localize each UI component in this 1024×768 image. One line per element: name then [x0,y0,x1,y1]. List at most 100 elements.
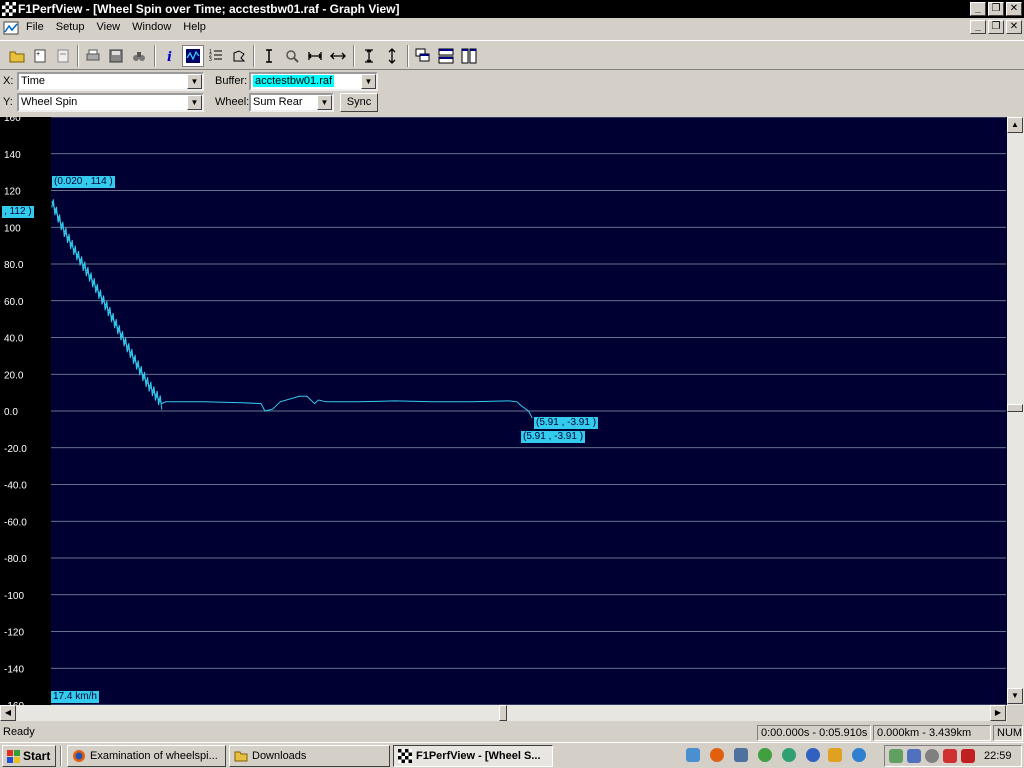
child-restore-button[interactable]: ❐ [988,20,1004,34]
task-f1perfview[interactable]: F1PerfView - [Wheel S... [393,745,553,767]
y-tick-label: -60.0 [4,517,27,528]
y-tick-label: -20.0 [4,444,27,455]
tile-vertical-icon[interactable] [458,45,480,67]
y-tick-label: 120 [4,187,21,198]
y-tick-label: 80.0 [4,260,24,271]
buffer-select[interactable]: acctestbw01.raf ▼ [249,72,378,91]
wheel-label: Wheel: [215,96,250,108]
restore-button[interactable]: ❐ [988,2,1004,16]
vertical-scrollbar[interactable]: ▲ ▼ [1007,117,1024,705]
graph-view-icon[interactable] [182,45,204,67]
end-value-label-2: (5.91 , -3.91 ) [521,431,586,443]
media-player-icon[interactable] [806,748,820,762]
print-icon[interactable] [82,45,104,67]
speed-label: 17.4 km/h [51,691,99,703]
menu-setup[interactable]: Setup [50,18,91,36]
clock: 22:59 [984,750,1012,762]
zoom-icon[interactable] [281,45,303,67]
ie-icon[interactable] [686,748,700,762]
horizontal-scroll-thumb[interactable] [499,705,507,721]
network-icon[interactable] [782,748,796,762]
x-axis-label: X: [3,75,14,87]
y-tick-label: 160 [4,117,21,124]
info-icon[interactable]: i [159,45,181,67]
menu-window[interactable]: Window [126,18,177,36]
zoom-y-expand-icon[interactable] [381,45,403,67]
menu-view[interactable]: View [90,18,126,36]
vertical-scroll-thumb[interactable] [1007,404,1023,412]
document-graph-icon[interactable] [3,21,19,35]
save-icon[interactable] [105,45,127,67]
buffer-label: Buffer: [215,75,248,87]
close-button[interactable]: ✕ [1006,2,1022,16]
tray-ati-icon[interactable] [943,749,957,763]
tray-network-icon[interactable] [889,749,903,763]
status-ready: Ready [3,726,35,738]
status-distance-range: 0.000km - 3.439km [873,725,991,741]
y-tick-label: -80.0 [4,554,27,565]
tray-monitor-icon[interactable] [907,749,921,763]
icq-icon[interactable] [758,748,772,762]
y-tick-label: 20.0 [4,370,24,381]
horizontal-scrollbar[interactable]: ◀ ▶ [0,705,1007,721]
y-tick-label: -40.0 [4,481,27,492]
y-tick-label: 0.0 [4,407,18,418]
status-time-range: 0:00.000s - 0:05.910s [757,725,871,741]
menu-help[interactable]: Help [177,18,212,36]
status-num-lock: NUM [993,725,1023,741]
zoom-x-expand-icon[interactable] [327,45,349,67]
messenger-icon[interactable] [734,748,748,762]
windows-logo-icon [7,750,20,763]
open-folder-icon[interactable] [6,45,28,67]
quicktime-icon[interactable] [852,748,866,762]
tray-flag-icon[interactable] [961,749,975,763]
task-firefox[interactable]: Examination of wheelspi... [67,745,226,767]
svg-text:+: + [36,51,40,58]
task-downloads[interactable]: Downloads [229,745,390,767]
chevron-down-icon[interactable]: ▼ [317,95,332,110]
y-tick-label: -140 [4,664,24,675]
child-minimize-button[interactable]: _ [970,20,986,34]
zoom-y-fit-icon[interactable] [358,45,380,67]
scroll-right-icon[interactable]: ▶ [990,705,1006,721]
tile-horizontal-icon[interactable] [435,45,457,67]
menu-bar: File Setup View Window Help _ ❐ ✕ [0,18,1024,38]
graph-view[interactable]: 160 140 120 100 80.0 60.0 40.0 20.0 0.0 -20.0 -40.… [0,117,1008,705]
status-bar: Ready 0:00.000s - 0:05.910s 0.000km - 3.… [0,722,1024,742]
cascade-windows-icon[interactable] [412,45,434,67]
scroll-down-icon[interactable]: ▼ [1007,688,1023,704]
y-tick-label: -100 [4,591,24,602]
sync-button[interactable]: Sync [340,93,378,112]
tray-speaker-icon[interactable] [925,749,939,763]
tools-icon[interactable] [828,748,842,762]
wheel-spin-chart[interactable]: 160 140 120 100 80.0 60.0 40.0 20.0 0.0 -20.0 -40.… [0,117,1007,705]
y-axis-select[interactable]: Wheel Spin ▼ [17,93,204,112]
copy-document-icon[interactable] [52,45,74,67]
scroll-up-icon[interactable]: ▲ [1007,117,1023,133]
system-tray: 22:59 [884,745,1022,767]
text-cursor-icon[interactable] [258,45,280,67]
track-map-icon[interactable] [228,45,250,67]
cursor-axis-label: , 112 ) [2,206,34,218]
svg-text:i: i [167,50,172,64]
wheel-select[interactable]: Sum Rear ▼ [249,93,334,112]
binoculars-icon[interactable] [128,45,150,67]
zoom-x-fit-icon[interactable] [304,45,326,67]
chevron-down-icon[interactable]: ▼ [187,74,202,89]
new-document-icon[interactable]: + [29,45,51,67]
chevron-down-icon[interactable]: ▼ [361,74,376,89]
start-button[interactable]: Start [2,745,56,767]
y-tick-label: 100 [4,223,21,234]
x-axis-select[interactable]: Time ▼ [17,72,204,91]
firefox-quicklaunch-icon[interactable] [710,748,724,762]
y-tick-label: 40.0 [4,334,24,345]
svg-text:3: 3 [209,57,212,63]
title-bar[interactable]: F1PerfView - [Wheel Spin over Time; acct… [0,0,1024,18]
scroll-left-icon[interactable]: ◀ [0,705,16,721]
child-close-button[interactable]: ✕ [1006,20,1022,34]
list-view-icon[interactable]: 123 [205,45,227,67]
y-tick-label: -120 [4,628,24,639]
minimize-button[interactable]: _ [970,2,986,16]
menu-file[interactable]: File [20,18,50,36]
chevron-down-icon[interactable]: ▼ [187,95,202,110]
